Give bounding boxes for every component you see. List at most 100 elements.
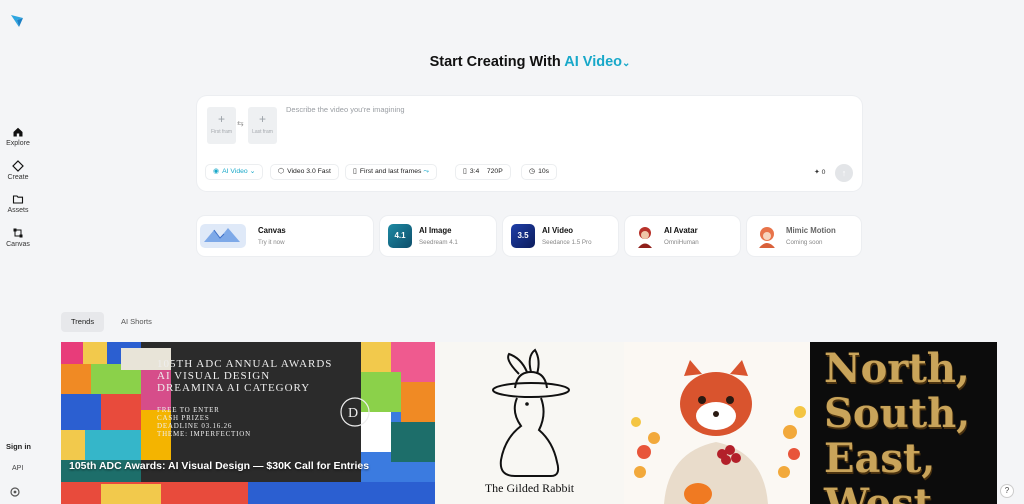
prompt-input[interactable]: Describe the video you're imagining — [286, 105, 405, 114]
last-frame-upload[interactable]: + Last fram — [248, 107, 277, 144]
sidebar-item-create[interactable]: Create — [0, 160, 36, 181]
gallery-item-nsew[interactable]: North, South, East, West — [810, 342, 997, 504]
nsew-line: North, — [824, 345, 970, 392]
ai-image-thumbnail: 4.1 — [388, 224, 412, 248]
sidebar-item-label: Assets — [7, 207, 29, 214]
aspect-ratio-label: 3:4 — [469, 168, 480, 175]
nsew-line: West — [824, 480, 933, 504]
ai-avatar-thumbnail — [633, 224, 657, 248]
diamond-icon — [12, 160, 24, 172]
ai-video-thumbnail: 3.5 — [511, 224, 535, 248]
plus-icon: + — [258, 112, 266, 126]
mode-chip[interactable]: ◉ AI Video ⌄ — [205, 164, 264, 180]
nsew-line: South, — [824, 390, 971, 437]
tool-card-mimic-motion[interactable]: Mimic Motion Coming soon — [747, 216, 861, 256]
adc-line-2: AI VISUAL DESIGN — [157, 370, 271, 382]
tool-subtitle: Try it now — [258, 239, 285, 246]
tab-trends[interactable]: Trends — [61, 312, 105, 332]
api-link[interactable]: API — [12, 465, 23, 472]
tool-subtitle: Seedream 4.1 — [419, 239, 458, 246]
adc-line-3: DREAMINA AI CATEGORY — [157, 382, 311, 394]
canvas-thumbnail — [200, 224, 246, 248]
tool-title: AI Video — [542, 226, 574, 235]
page-title-prefix: Start Creating With — [429, 54, 561, 70]
mode-chip-label: AI Video — [222, 168, 248, 175]
model-chip-label: Video 3.0 Fast — [287, 168, 331, 175]
gallery-item-red-panda[interactable] — [624, 342, 810, 504]
chevron-down-icon: ⌄ — [622, 58, 631, 69]
sidebar-item-label: Explore — [6, 140, 30, 147]
adc-detail-3: DEADLINE 03.16.26 — [157, 422, 233, 430]
sign-in-link[interactable]: Sign in — [6, 442, 31, 451]
tool-card-ai-image[interactable]: 4.1 AI Image Seedream 4.1 — [380, 216, 496, 256]
home-icon — [13, 127, 23, 137]
frames-chip[interactable]: ▯ First and last frames ⤳ — [345, 164, 437, 180]
video-mode-icon: ◉ — [213, 168, 220, 175]
tool-subtitle: Coming soon — [786, 239, 823, 246]
last-frame-label: Last fram — [252, 129, 273, 135]
adc-line-1: 105TH ADC ANNUAL AWARDS — [157, 358, 333, 370]
gallery-item-caption: 105th ADC Awards: AI Visual Design — $30… — [69, 460, 370, 472]
page-title: Start Creating With AI Video⌄ — [0, 54, 1024, 70]
frames-chip-label: First and last frames — [359, 168, 422, 175]
sidebar-item-label: Create — [7, 174, 29, 181]
tool-title: Canvas — [258, 226, 286, 235]
mimic-motion-thumbnail — [755, 224, 779, 248]
tool-title: AI Avatar — [664, 226, 698, 235]
svg-text:D: D — [348, 406, 358, 421]
sidebar-item-canvas[interactable]: Canvas — [0, 227, 36, 248]
chevron-down-icon: ⌄ — [249, 168, 256, 175]
canvas-icon — [13, 228, 23, 238]
sidebar-item-label: Canvas — [6, 241, 30, 248]
rabbit-illustration — [492, 348, 570, 477]
plus-icon: + — [217, 112, 225, 126]
sidebar-item-explore[interactable]: Explore — [0, 126, 36, 147]
tab-ai-shorts[interactable]: AI Shorts — [111, 312, 162, 332]
sidebar-item-assets[interactable]: Assets — [0, 193, 36, 214]
gallery-grid: D 105TH ADC ANNUAL AWARDS AI VISUAL DESI… — [61, 342, 997, 504]
tool-card-ai-avatar[interactable]: AI Avatar OmniHuman — [625, 216, 740, 256]
tool-card-ai-video[interactable]: 3.5 AI Video Seedance 1.5 Pro — [503, 216, 618, 256]
model-chip[interactable]: ⬡ Video 3.0 Fast — [270, 164, 339, 180]
aspect-resolution-chip[interactable]: ▯ 3:4 720P — [455, 164, 511, 180]
gallery-item-adc-awards[interactable]: D 105TH ADC ANNUAL AWARDS AI VISUAL DESI… — [61, 342, 435, 504]
sidebar: Explore Create Assets Canvas Sign in API — [0, 0, 36, 504]
adc-text-block: 105TH ADC ANNUAL AWARDS AI VISUAL DESIGN… — [157, 358, 332, 438]
gallery-item-gilded-rabbit[interactable]: The Gilded Rabbit — [435, 342, 624, 504]
refresh-icon: ⤳ — [423, 168, 429, 175]
credits-counter: ✦ 0 — [814, 168, 825, 176]
duration-chip[interactable]: ◷ 10s — [521, 164, 558, 180]
tool-card-canvas[interactable]: Canvas Try it now — [197, 216, 373, 256]
adc-detail-4: THEME: IMPERFECTION — [157, 430, 251, 438]
mode-selector-label: AI Video — [564, 54, 623, 70]
prompt-card: + First fram ⇆ + Last fram Describe the … — [197, 96, 862, 191]
nsew-line: East, — [824, 435, 936, 482]
red-panda-illustration — [631, 360, 806, 504]
gallery-item-caption: The Gilded Rabbit — [484, 481, 575, 495]
folder-icon — [12, 195, 24, 204]
send-button[interactable]: ↑ — [835, 164, 853, 182]
first-frame-upload[interactable]: + First fram — [207, 107, 236, 144]
nsew-artwork: North, South, East, West — [824, 346, 970, 504]
arrow-up-icon: ↑ — [841, 168, 847, 178]
aspect-ratio-icon: ▯ — [463, 168, 467, 175]
tool-subtitle: OmniHuman — [664, 239, 699, 246]
swap-icon[interactable]: ⇆ — [237, 119, 244, 128]
dreamina-logo[interactable] — [9, 12, 25, 28]
tool-subtitle: Seedance 1.5 Pro — [542, 239, 592, 246]
help-icon[interactable]: ? — [1000, 484, 1014, 498]
credits-value: 0 — [821, 169, 826, 176]
clock-icon: ◷ — [529, 168, 536, 175]
mode-selector[interactable]: AI Video⌄ — [564, 54, 630, 70]
tool-title: AI Image — [419, 226, 452, 235]
adc-detail-2: CASH PRIZES — [157, 414, 210, 422]
spark-icon: ✦ — [814, 169, 820, 176]
resolution-label: 720P — [486, 168, 503, 175]
duration-label: 10s — [538, 168, 550, 175]
settings-icon[interactable] — [9, 486, 21, 498]
frames-icon: ▯ — [353, 168, 357, 175]
tool-title: Mimic Motion — [786, 226, 836, 235]
cube-icon: ⬡ — [278, 168, 285, 175]
adc-detail-1: FREE TO ENTER — [157, 406, 220, 414]
first-frame-label: First fram — [210, 129, 233, 135]
